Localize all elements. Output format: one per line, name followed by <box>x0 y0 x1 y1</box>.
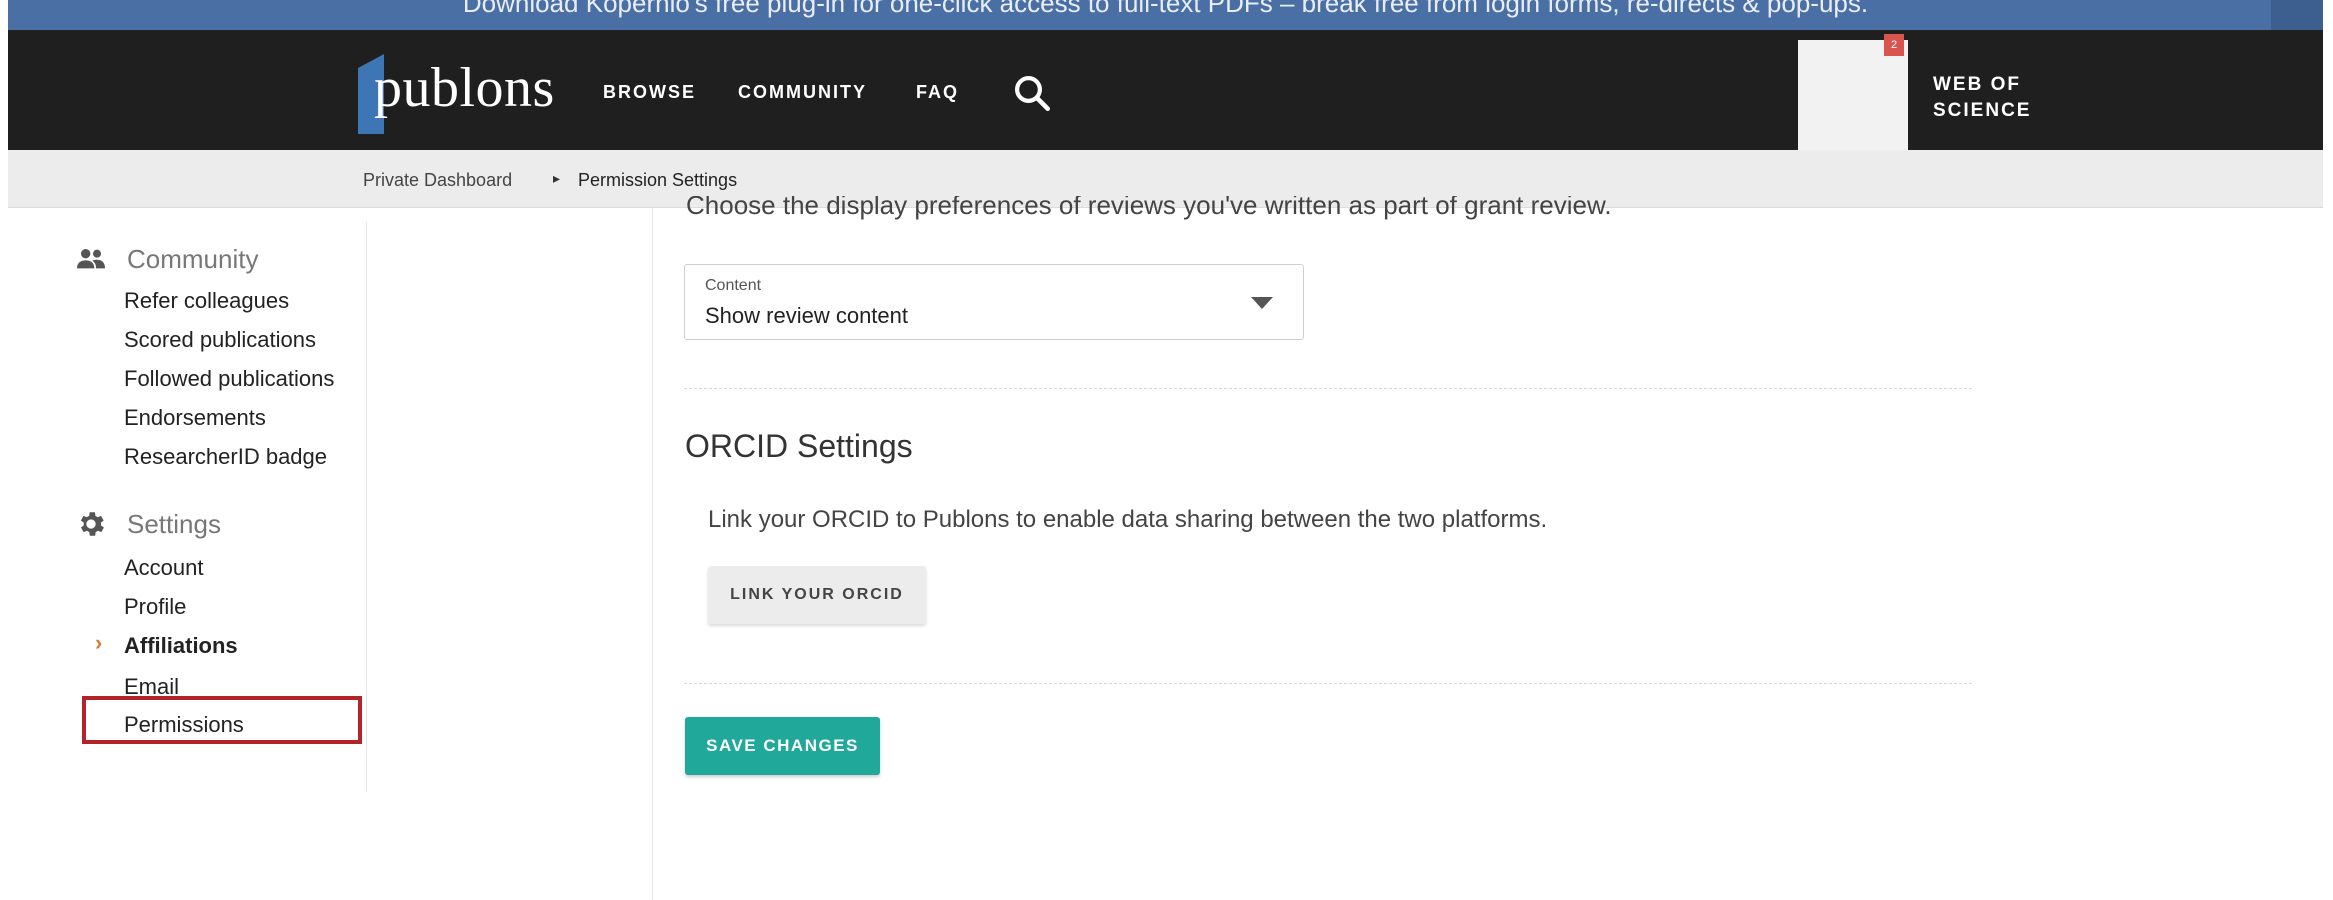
logo-text: publons <box>374 57 555 119</box>
sidebar-item-researcherid-badge[interactable]: ResearcherID badge <box>124 444 327 470</box>
sidebar-item-followed-publications[interactable]: Followed publications <box>124 366 334 392</box>
top-navigation: publons BROWSE COMMUNITY FAQ 2 WEB OF SC… <box>8 30 2323 150</box>
nav-community-link[interactable]: COMMUNITY <box>738 82 867 103</box>
active-chevron-icon: › <box>95 630 103 655</box>
people-icon <box>77 249 105 269</box>
section-divider <box>684 683 1972 684</box>
caret-right-icon: ▸ <box>553 170 561 186</box>
promo-close-button[interactable] <box>2271 0 2323 30</box>
section-divider <box>684 388 1972 389</box>
sidebar-item-scored-publications[interactable]: Scored publications <box>124 327 316 353</box>
orcid-description: Link your ORCID to Publons to enable dat… <box>708 506 1548 533</box>
sidebar-section-title: Community <box>127 243 259 274</box>
sidebar-item-endorsements[interactable]: Endorsements <box>124 405 266 431</box>
sidebar-item-refer-colleagues[interactable]: Refer colleagues <box>124 288 289 314</box>
sidebar-section-title: Settings <box>127 508 221 539</box>
content-select-label: Content <box>705 277 762 294</box>
chevron-down-icon[interactable] <box>1251 297 1273 309</box>
notification-badge[interactable]: 2 <box>1884 34 1904 56</box>
sidebar-section-settings: Settings <box>75 508 221 540</box>
breadcrumb-current: Permission Settings <box>578 170 738 190</box>
publons-logo[interactable]: publons <box>358 52 578 136</box>
nav-browse-link[interactable]: BROWSE <box>603 82 696 103</box>
avatar[interactable] <box>1798 40 1908 150</box>
permissions-highlight-box <box>82 696 362 744</box>
promo-banner[interactable]: Download Kopernio's free plug-in for one… <box>8 0 2323 30</box>
sidebar-item-profile[interactable]: Profile <box>124 594 186 620</box>
sidebar-section-community: Community <box>75 243 258 275</box>
gear-icon <box>80 512 104 536</box>
content-divider <box>652 208 653 900</box>
search-icon[interactable] <box>1011 72 1053 114</box>
sidebar-divider <box>366 222 367 792</box>
orcid-settings-title: ORCID Settings <box>685 428 913 464</box>
sidebar-item-affiliations[interactable]: Affiliations <box>124 633 238 659</box>
grant-review-description: Choose the display preferences of review… <box>686 196 1612 230</box>
content-select-value[interactable]: Show review content <box>705 303 908 329</box>
link-orcid-button[interactable]: LINK YOUR ORCID <box>708 566 926 624</box>
web-of-science-link[interactable]: WEB OF SCIENCE <box>1933 72 2073 124</box>
promo-text[interactable]: Download Kopernio's free plug-in for one… <box>8 0 2323 19</box>
breadcrumb-home-link[interactable]: Private Dashboard <box>363 170 512 191</box>
content-select[interactable]: Content Show review content <box>684 264 1304 340</box>
sidebar-item-account[interactable]: Account <box>124 555 204 581</box>
grant-review-description-text: Choose the display preferences of review… <box>686 196 1612 220</box>
nav-faq-link[interactable]: FAQ <box>916 82 959 103</box>
save-changes-button[interactable]: SAVE CHANGES <box>685 717 880 775</box>
